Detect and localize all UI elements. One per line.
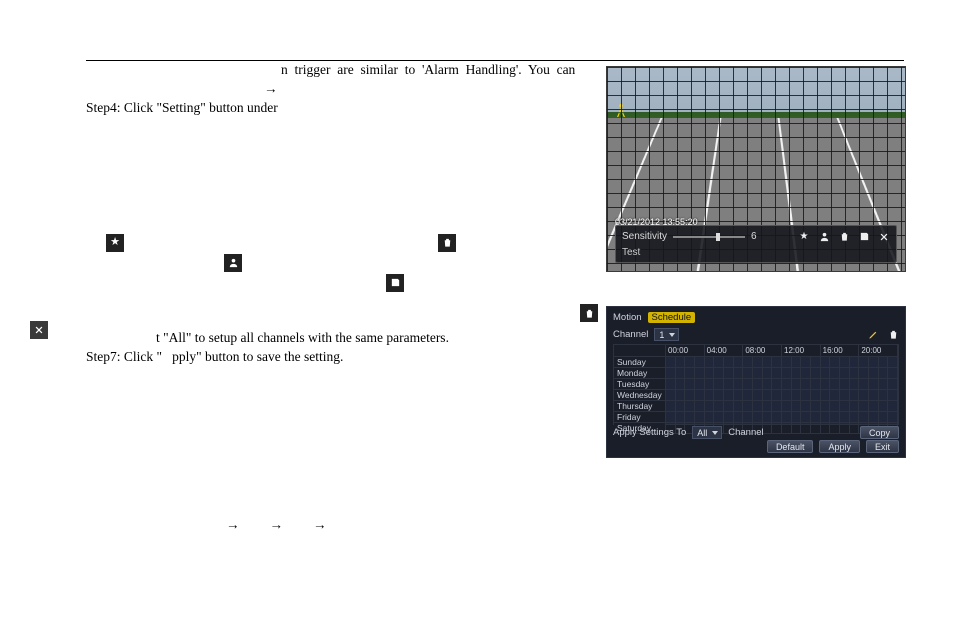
close-icon[interactable] bbox=[878, 231, 890, 243]
arrow-icon: → bbox=[86, 80, 526, 99]
apply-button[interactable]: Apply bbox=[819, 440, 860, 453]
step7-text: Step7: Click " pply" button to save the … bbox=[86, 348, 526, 367]
channel-label: Channel bbox=[613, 329, 648, 340]
arrow-sequence: → → → bbox=[86, 516, 526, 535]
day-label: Monday bbox=[614, 368, 666, 379]
exit-button[interactable]: Exit bbox=[866, 440, 899, 453]
apply-settings-to-label: Apply Settings To bbox=[613, 427, 686, 438]
schedule-grid[interactable]: 00:00 04:00 08:00 12:00 16:00 20:00 Sund… bbox=[613, 344, 899, 425]
channel-select[interactable]: 1 bbox=[654, 328, 679, 341]
sensitivity-value: 6 bbox=[751, 231, 757, 242]
trash-icon[interactable] bbox=[887, 328, 899, 340]
trash-icon[interactable] bbox=[838, 231, 850, 243]
day-label: Thursday bbox=[614, 401, 666, 412]
star-icon: ★ bbox=[106, 234, 124, 252]
trash-icon bbox=[580, 304, 598, 322]
tab-schedule[interactable]: Schedule bbox=[648, 312, 696, 323]
toolbar-row-test: Test bbox=[622, 247, 890, 258]
user-icon bbox=[224, 254, 242, 272]
body-text-fragment: n trigger are similar to 'Alarm Handling… bbox=[86, 61, 526, 80]
star-icon[interactable]: ★ bbox=[798, 231, 810, 243]
close-icon bbox=[30, 321, 48, 339]
motion-area-preview: 03/21/2012 13:55:20 Sensitivity 6 ★ Test bbox=[606, 66, 906, 272]
channel-word: Channel bbox=[728, 427, 763, 438]
motion-toolbar: Sensitivity 6 ★ Test bbox=[615, 225, 897, 263]
step6-all-text: t "All" to setup all channels with the s… bbox=[86, 329, 526, 348]
default-button[interactable]: Default bbox=[767, 440, 814, 453]
text-column: n trigger are similar to 'Alarm Handling… bbox=[86, 61, 526, 535]
day-label: Sunday bbox=[614, 357, 666, 368]
sensitivity-slider[interactable] bbox=[673, 236, 745, 238]
save-icon bbox=[386, 274, 404, 292]
day-label: Friday bbox=[614, 412, 666, 423]
copy-button[interactable]: Copy bbox=[860, 426, 899, 439]
document-page: n trigger are similar to 'Alarm Handling… bbox=[86, 26, 904, 636]
pedestrian-icon bbox=[613, 103, 629, 123]
toolbar-row-sensitivity: Sensitivity 6 ★ bbox=[622, 229, 890, 244]
tab-motion[interactable]: Motion bbox=[613, 312, 642, 323]
trash-icon bbox=[438, 234, 456, 252]
step4-text: Step4: Click "Setting" button under bbox=[86, 99, 526, 118]
day-label: Tuesday bbox=[614, 379, 666, 390]
test-label: Test bbox=[622, 247, 640, 258]
user-icon[interactable] bbox=[818, 231, 830, 243]
pencil-icon[interactable] bbox=[867, 328, 879, 340]
day-label: Wednesday bbox=[614, 390, 666, 401]
scene-sky bbox=[607, 67, 905, 118]
sensitivity-label: Sensitivity bbox=[622, 231, 667, 242]
apply-to-select[interactable]: All bbox=[692, 426, 722, 439]
save-icon[interactable] bbox=[858, 231, 870, 243]
schedule-panel: Motion Schedule Channel 1 00:00 04:00 08… bbox=[606, 306, 906, 458]
